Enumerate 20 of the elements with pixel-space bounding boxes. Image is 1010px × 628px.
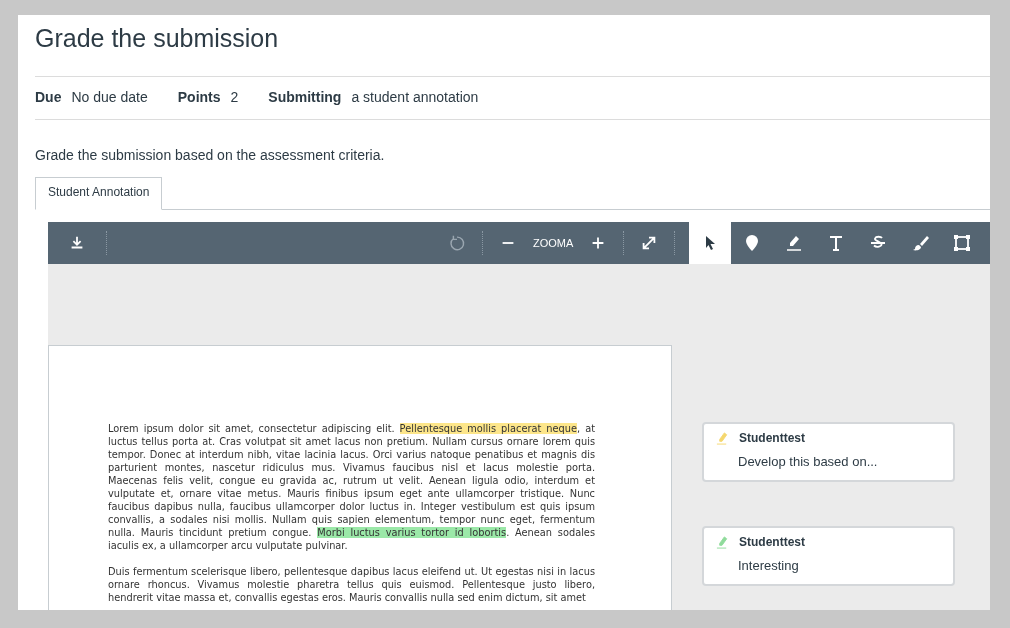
document-paragraph: Duis fermentum scelerisque libero, pellentesque dapibus lacus eleifend ut. Ut egestas nisi in lacus ornare rhoncus. Vivamus molestie pharetra tellus quis euismod. Pellentesque justo libero, hendrerit vitae massa et, convallis egestas eros. Mauris convallis nulla sed enim dictum, sit amet xyxy=(108,565,595,604)
zoom-label: ZOOMA xyxy=(533,237,574,249)
detail-value: a student annotation xyxy=(351,89,479,105)
detail-label: Points xyxy=(177,89,221,105)
comment-author: Studenttest xyxy=(739,535,805,549)
detail-value: No due date xyxy=(71,89,148,105)
pointer-tool[interactable] xyxy=(689,222,732,264)
detail-value: 2 xyxy=(230,89,239,105)
square-icon xyxy=(952,233,973,253)
description-text: Grade the submission based on the assessment criteria. xyxy=(35,147,386,163)
detail-label: Due xyxy=(35,89,62,105)
comment-author: Studenttest xyxy=(739,431,805,445)
comment-card[interactable]: Studenttest Develop this based on... xyxy=(702,422,955,482)
comment-text: Interesting xyxy=(738,558,800,573)
comment-card[interactable]: Studenttest Interesting xyxy=(702,526,955,586)
comment-text: Develop this based on... xyxy=(738,454,879,469)
detail-label: Submitting xyxy=(268,89,342,105)
tab[interactable]: Student Annotation xyxy=(35,177,163,210)
document-paragraph: Lorem ipsum dolor sit amet, consectetur adipiscing elit. Pellentesque mollis placerat neque, at luctus tellus porta at. Cras volutpat sit amet lacus non pretium. Nullam cursus ornare lorem quis tempor. Donec at interdum nibh, vitae lacinia lacus. Orci varius natoque penatibus et magnis dis parturient montes, nascetur ridiculus mus. Vivamus faucibus nisl et lacus molestie porta. Maecenas felis velit, congue eu gravida ac, rutrum ut velit. Aenean ligula odio, interdum et vulputate et, ornare vitae metus. Mauris finibus ipsum eget ante ullamcorper tristique. Nunc faucibus dapibus nulla, faucibus ullamcorper dolor luctus in. Integer vestibulum est quis ipsum convallis, a sodales nisi mollis. Nullam quis sapien elementum, tempor nunc eget, fermentum nulla. Mauris tincidunt pretium congue. Morbi luctus varius tortor id lobortis. Aenean sodales iaculis ex, a ullamcorper arcu vulputate pulvinar. xyxy=(108,422,595,552)
page-title: Grade the submission xyxy=(35,23,280,54)
